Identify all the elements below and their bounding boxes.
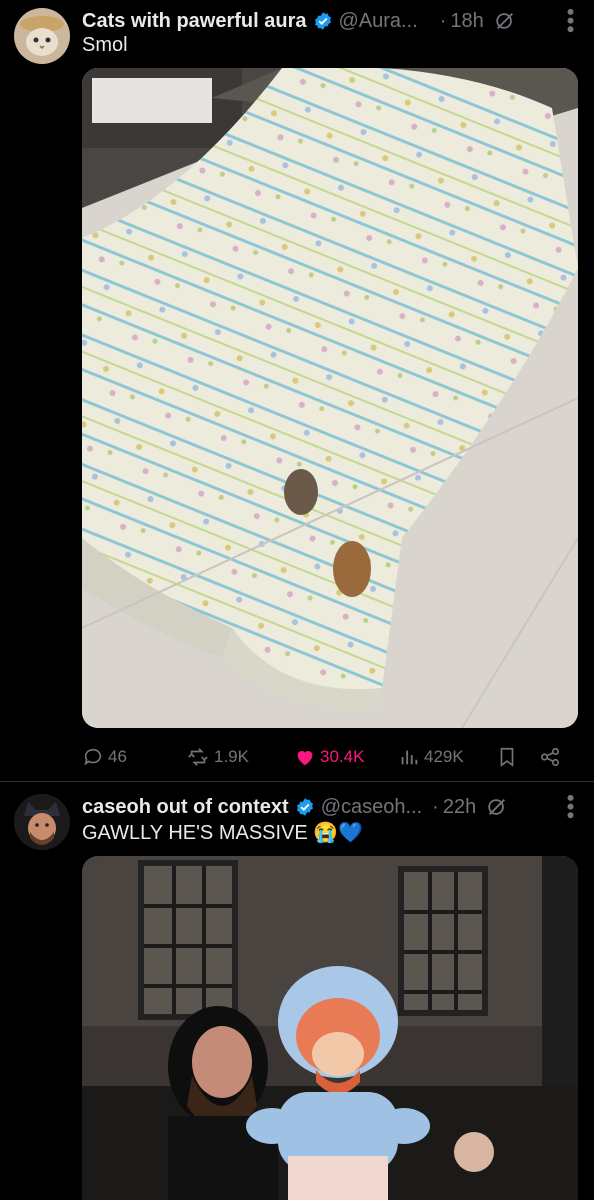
post-actions: 46 1.9K 30.4K 429K [82, 742, 578, 772]
repost-button[interactable]: 1.9K [186, 746, 249, 768]
reply-icon [84, 748, 102, 766]
verified-badge-icon [295, 797, 315, 817]
account-name[interactable]: caseoh out of context [82, 796, 289, 819]
reply-count: 46 [108, 747, 127, 766]
views-icon [401, 750, 418, 765]
heart-icon [297, 751, 313, 766]
avatar[interactable] [14, 794, 70, 850]
post-time[interactable]: 18h [450, 10, 483, 33]
bed-photo [82, 68, 578, 728]
separator-dot: · [432, 795, 439, 818]
account-handle[interactable]: @Aura... [339, 10, 418, 33]
post-image[interactable] [82, 68, 578, 728]
like-count: 30.4K [320, 747, 365, 766]
stream-photo [82, 856, 578, 1200]
share-icon [540, 747, 560, 767]
separator-dot: · [439, 9, 447, 32]
like-button[interactable]: 30.4K [294, 746, 364, 768]
person-avatar-icon [14, 794, 70, 850]
grok-icon[interactable] [494, 10, 516, 32]
emoji-crying-heart: 😭💙 [313, 822, 364, 844]
post-caseoh[interactable]: caseoh out of context @caseoh... · 22h •… [0, 786, 594, 1200]
post-divider [0, 781, 594, 782]
cat-avatar-icon [14, 8, 70, 64]
view-count: 429K [424, 747, 464, 766]
views-button[interactable]: 429K [398, 746, 464, 768]
reply-button[interactable]: 46 [82, 746, 127, 768]
post-text-content: GAWLLY HE'S MASSIVE [82, 822, 308, 844]
verified-badge-icon [313, 11, 333, 31]
avatar[interactable] [14, 8, 70, 64]
post-cats[interactable]: Cats with pawerful aura @Aura... · 18h •… [0, 0, 594, 780]
bookmark-icon [500, 747, 514, 767]
post-text: GAWLLY HE'S MASSIVE 😭💙 [82, 820, 363, 845]
more-options-icon[interactable]: ••• [558, 8, 583, 34]
post-header: Cats with pawerful aura @Aura... · 18h [82, 8, 516, 34]
account-name[interactable]: Cats with pawerful aura [82, 10, 307, 33]
grok-icon[interactable] [486, 796, 508, 818]
share-button[interactable] [538, 746, 562, 768]
bookmark-button[interactable] [496, 746, 518, 768]
post-header: caseoh out of context @caseoh... · 22h [82, 794, 508, 820]
post-time[interactable]: 22h [443, 796, 476, 819]
repost-count: 1.9K [214, 747, 249, 766]
repost-icon [188, 748, 208, 766]
post-text: Smol [82, 34, 128, 56]
account-handle[interactable]: @caseoh... [321, 796, 422, 819]
post-video[interactable] [82, 856, 578, 1200]
more-options-icon[interactable]: ••• [558, 794, 583, 820]
